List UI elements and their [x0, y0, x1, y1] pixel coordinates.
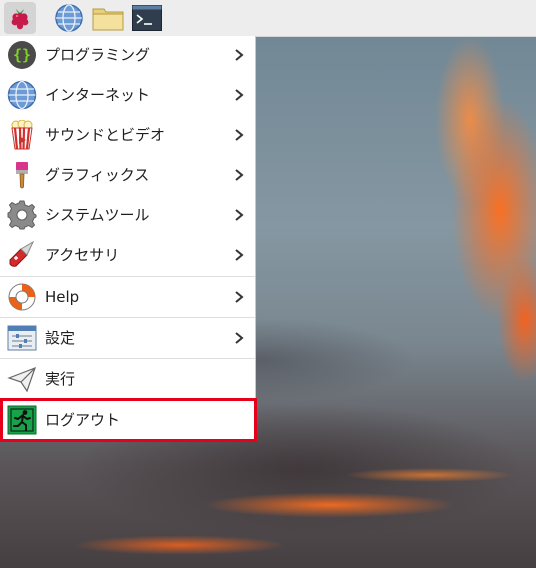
menu-item-programming[interactable]: {} プログラミング — [0, 36, 255, 74]
menu-item-label: 実行 — [45, 370, 76, 388]
menu-item-label: Help — [45, 288, 80, 306]
raspberry-menu-button[interactable] — [4, 2, 36, 34]
logout-highlight-box — [0, 398, 257, 442]
taskbar — [0, 0, 536, 37]
braces-icon: {} — [6, 39, 38, 71]
menu-separator — [0, 276, 255, 277]
menu-item-label: プログラミング — [45, 46, 151, 64]
terminal-icon — [132, 5, 162, 31]
paintbrush-icon — [6, 159, 38, 191]
chevron-right-icon — [235, 291, 244, 303]
chevron-right-icon — [235, 209, 244, 221]
paper-plane-icon — [6, 363, 38, 395]
chevron-right-icon — [235, 129, 244, 141]
file-manager-button[interactable] — [92, 2, 124, 34]
chevron-right-icon — [235, 89, 244, 101]
menu-item-settings[interactable]: 設定 — [0, 319, 255, 357]
menu-item-label: インターネット — [45, 86, 151, 104]
menu-item-label: サウンドとビデオ — [45, 126, 166, 144]
menu-item-internet[interactable]: インターネット — [0, 76, 255, 114]
svg-text:{}: {} — [13, 46, 31, 64]
menu-item-accessories[interactable]: アクセサリ — [0, 236, 255, 274]
popcorn-icon — [6, 119, 38, 151]
menu-item-label: アクセサリ — [45, 246, 120, 264]
pocket-knife-icon — [6, 239, 38, 271]
chevron-right-icon — [235, 49, 244, 61]
menu-item-label: 設定 — [45, 329, 76, 347]
terminal-button[interactable] — [131, 2, 163, 34]
raspberry-icon — [11, 9, 29, 30]
menu-separator — [0, 358, 255, 359]
application-menu: {} プログラミング インターネット サウンドとビデオ グラフィックス システム… — [0, 36, 256, 442]
globe-icon — [55, 4, 83, 32]
chevron-right-icon — [235, 332, 244, 344]
menu-separator — [0, 317, 255, 318]
menu-item-sound-video[interactable]: サウンドとビデオ — [0, 116, 255, 154]
gear-icon — [6, 199, 38, 231]
folder-icon — [92, 8, 124, 31]
chevron-right-icon — [235, 249, 244, 261]
menu-item-label: グラフィックス — [45, 166, 150, 184]
globe-icon — [6, 79, 38, 111]
settings-sliders-icon — [6, 322, 38, 354]
menu-item-help[interactable]: Help — [0, 278, 255, 316]
menu-item-graphics[interactable]: グラフィックス — [0, 156, 255, 194]
menu-item-system-tools[interactable]: システムツール — [0, 196, 255, 234]
lifebuoy-icon — [6, 281, 38, 313]
web-browser-button[interactable] — [53, 2, 85, 34]
menu-item-run[interactable]: 実行 — [0, 360, 255, 398]
chevron-right-icon — [235, 169, 244, 181]
menu-item-label: システムツール — [45, 206, 150, 224]
